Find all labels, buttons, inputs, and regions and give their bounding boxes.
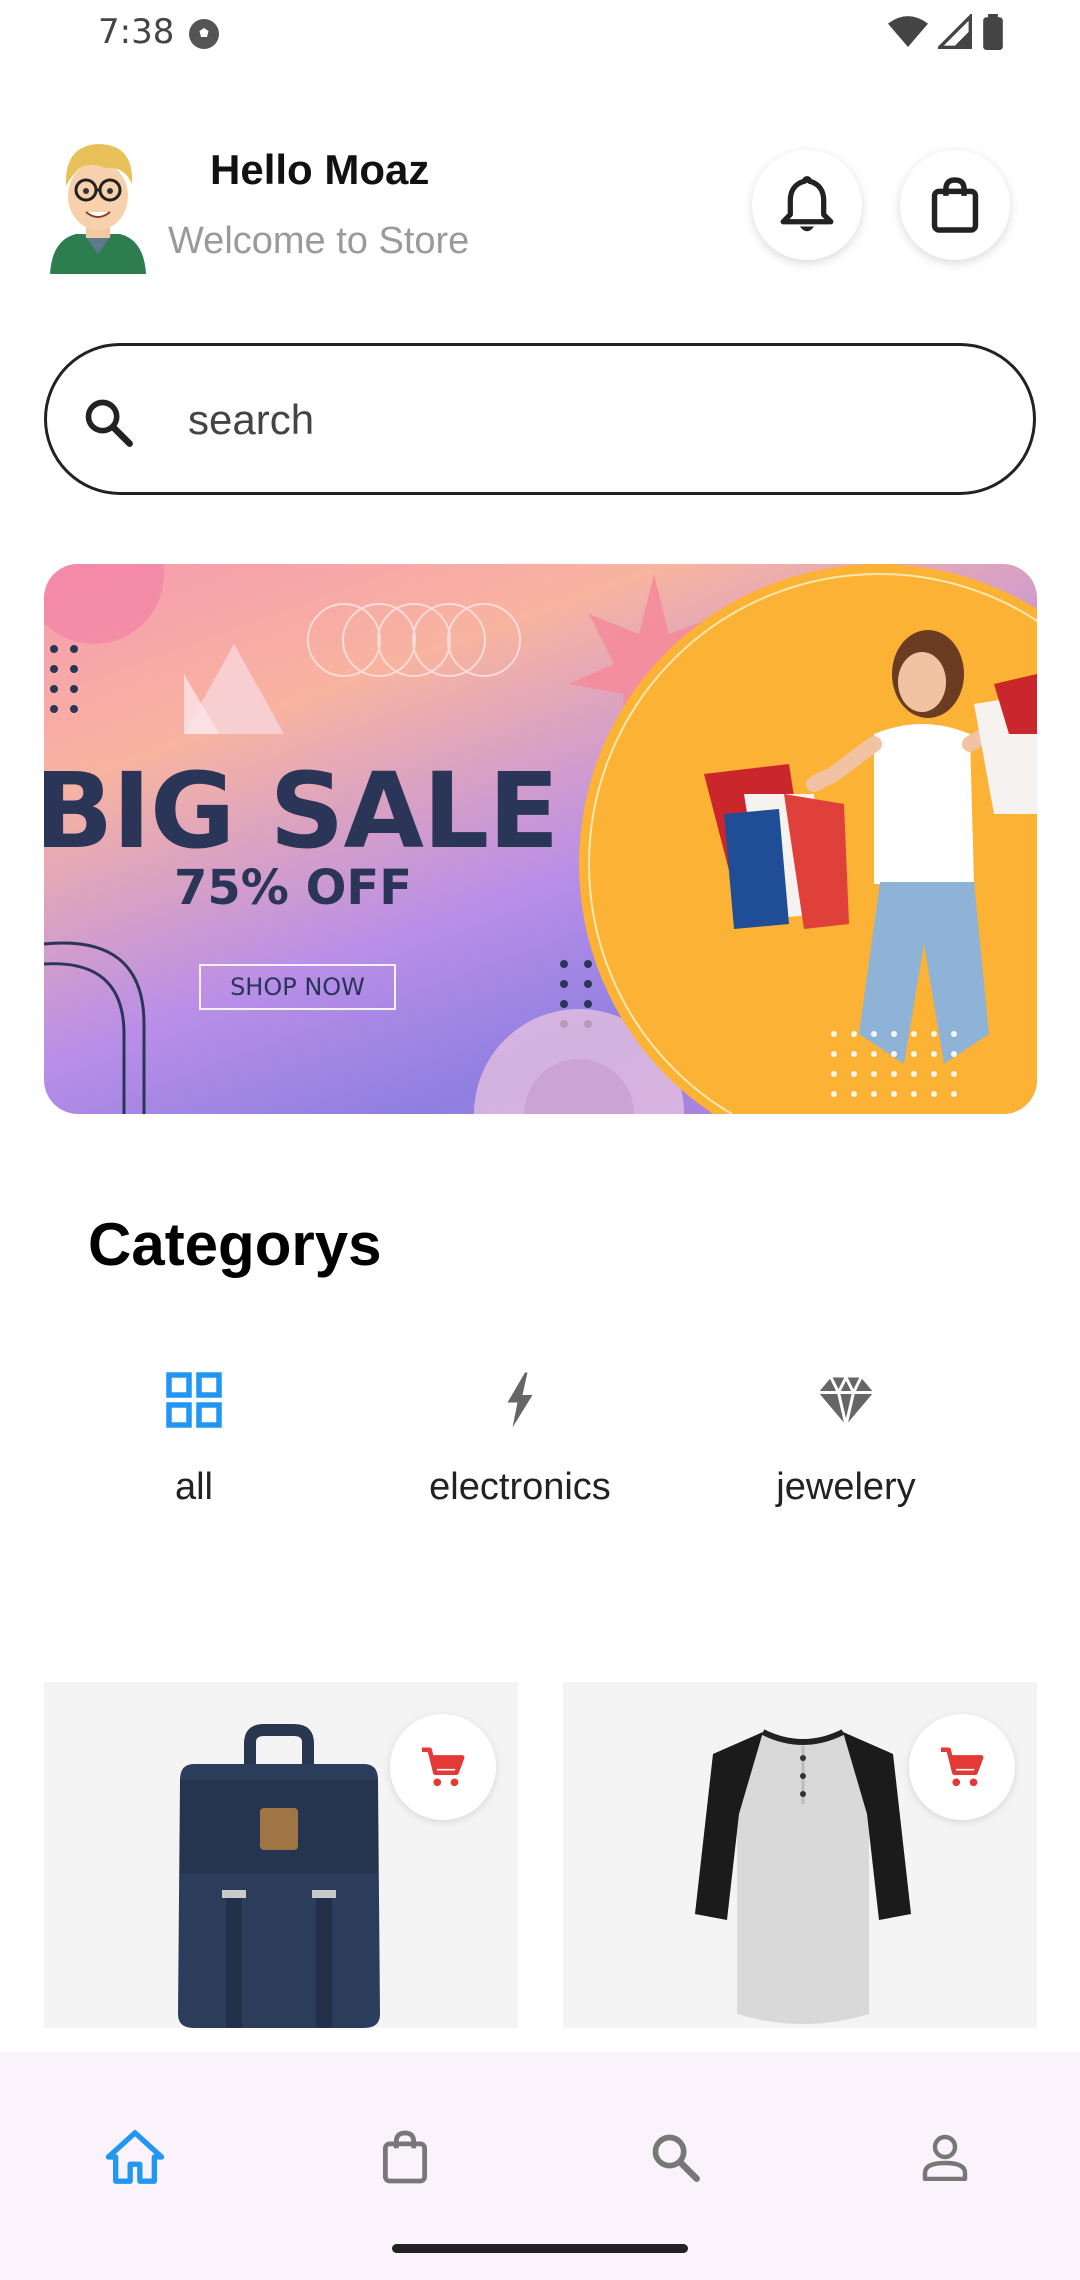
notifications-button[interactable] [752,150,862,260]
profile-icon [922,2134,968,2181]
category-all[interactable]: all [64,1370,324,1509]
welcome-subtitle: Welcome to Store [168,220,470,262]
add-to-cart-icon [421,1747,465,1787]
grid-icon [166,1372,222,1428]
categories-title: Categorys [88,1211,382,1278]
signal-icon [938,14,972,49]
status-icons [888,14,1004,50]
soccer-ball-icon [189,19,219,49]
nav-profile[interactable] [910,2122,980,2192]
bell-icon [780,176,834,232]
category-jewelery[interactable]: jewelery [716,1370,976,1509]
nav-home[interactable] [100,2122,170,2192]
bottom-navigation [0,2052,1080,2280]
diamond-icon [818,1374,874,1426]
category-label: all [174,1466,214,1508]
banner-headline: BIG SALE [44,750,559,872]
backpack-image [178,1724,380,2028]
category-label: electronics [429,1466,611,1508]
promo-banner[interactable]: BIG SALE 75% OFF SHOP NOW [44,564,1037,1114]
greeting-title: Hello Moaz [210,146,430,193]
bolt-icon [507,1372,533,1428]
category-label: jewelery [776,1466,916,1508]
home-indicator[interactable] [392,2244,688,2253]
add-to-cart-button[interactable] [909,1714,1015,1820]
search-icon [652,2134,700,2182]
product-card[interactable] [563,1682,1037,2028]
status-time: 7:38 [98,12,175,52]
status-bar: 7:38 [0,0,1080,70]
nav-search[interactable] [640,2122,710,2192]
battery-icon [983,14,1003,50]
add-to-cart-button[interactable] [390,1714,496,1820]
wifi-icon [888,16,928,47]
nav-bag[interactable] [370,2122,440,2192]
bag-icon [382,2130,428,2184]
banner-discount: 75% OFF [174,860,412,916]
tshirt-image [695,1729,911,2024]
add-to-cart-icon [940,1747,984,1787]
search-input[interactable] [188,388,968,452]
avatar[interactable] [46,136,150,274]
category-electronics[interactable]: electronics [390,1370,650,1509]
shop-now-button[interactable]: SHOP NOW [199,964,396,1010]
shopping-bag-icon [931,177,979,233]
cart-button[interactable] [900,150,1010,260]
product-card[interactable] [44,1682,518,2028]
home-icon [106,2130,164,2184]
search-icon [85,399,133,447]
